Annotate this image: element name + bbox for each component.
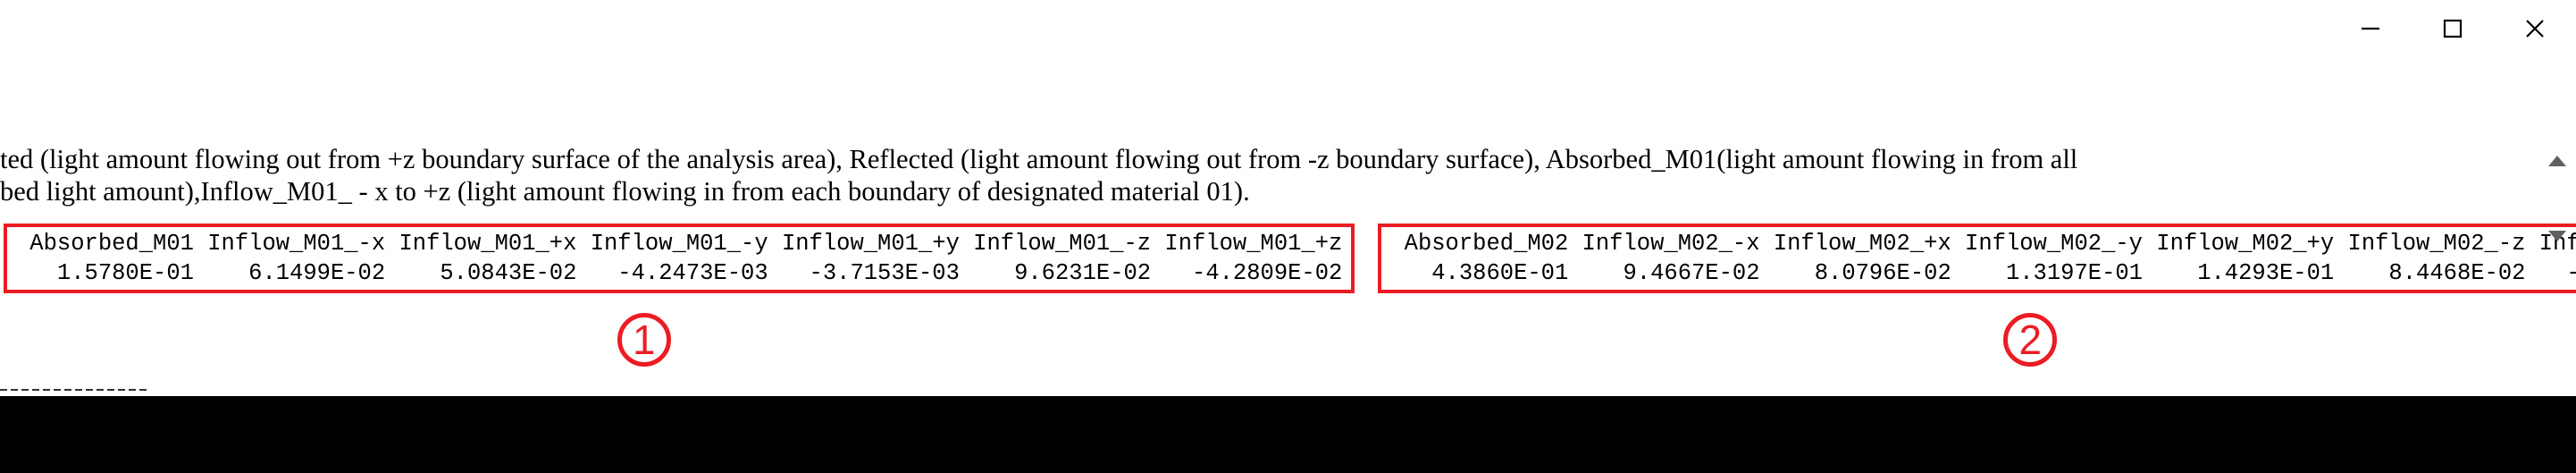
data-values-m02: 4.3860E-01 9.4667E-02 8.0796E-02 1.3197E… bbox=[1390, 260, 2576, 286]
chevron-down-icon bbox=[2542, 220, 2572, 250]
close-button[interactable] bbox=[2494, 7, 2576, 50]
chevron-up-icon bbox=[2542, 147, 2572, 177]
minimize-icon bbox=[2359, 17, 2382, 40]
circle-labels-row: 1 2 bbox=[0, 313, 2576, 367]
description-line2: bed light amount),Inflow_M01_ - x to +z … bbox=[0, 175, 2549, 207]
data-values-m01: 1.5780E-01 6.1499E-02 5.0843E-02 -4.2473… bbox=[16, 260, 1342, 286]
bottom-artifact bbox=[0, 382, 357, 394]
data-headers-m02: Absorbed_M02 Inflow_M02_-x Inflow_M02_+x… bbox=[1390, 231, 2576, 257]
data-block-m01: Absorbed_M01 Inflow_M01_-x Inflow_M01_+x… bbox=[4, 224, 1355, 293]
circle-label-2: 2 bbox=[2003, 313, 2057, 367]
title-bar bbox=[0, 0, 2576, 54]
description-pane: ted (light amount flowing out from +z bo… bbox=[0, 54, 2576, 207]
circle-label-1: 1 bbox=[617, 313, 671, 367]
maximize-icon bbox=[2441, 17, 2464, 40]
maximize-button[interactable] bbox=[2412, 7, 2494, 50]
scroll-up-button[interactable] bbox=[2542, 147, 2572, 177]
bottom-black-bar bbox=[0, 396, 2576, 473]
data-headers-m01: Absorbed_M01 Inflow_M01_-x Inflow_M01_+x… bbox=[16, 231, 1342, 257]
app-window: ted (light amount flowing out from +z bo… bbox=[0, 0, 2576, 473]
description-line1: ted (light amount flowing out from +z bo… bbox=[0, 143, 2549, 175]
circle-label-2-text: 2 bbox=[2018, 316, 2042, 364]
minimize-button[interactable] bbox=[2329, 7, 2412, 50]
data-block-m02: Absorbed_M02 Inflow_M02_-x Inflow_M02_+x… bbox=[1378, 224, 2576, 293]
scroll-down-button[interactable] bbox=[2542, 220, 2572, 250]
close-icon bbox=[2522, 16, 2547, 41]
data-blocks-row: Absorbed_M01 Inflow_M01_-x Inflow_M01_+x… bbox=[0, 224, 2576, 293]
circle-label-1-text: 1 bbox=[633, 316, 656, 364]
